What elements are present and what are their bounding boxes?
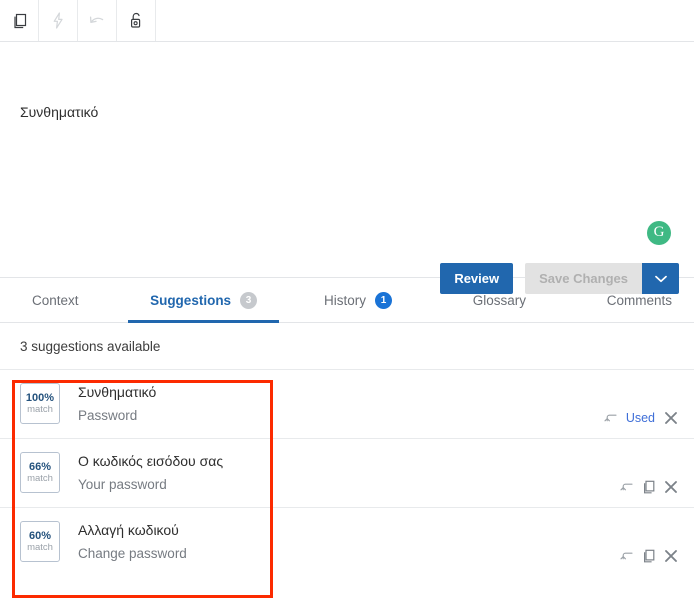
suggestion-texts: Ο κωδικός εισόδου σας Your password [78, 451, 678, 495]
match-label: match [27, 404, 53, 416]
tab-badge-history: 1 [375, 292, 392, 309]
tab-label: Comments [607, 293, 672, 308]
copy-suggestion-icon[interactable] [642, 480, 655, 494]
dismiss-suggestion-icon[interactable] [664, 480, 678, 494]
match-percent: 100% [26, 392, 54, 404]
tab-badge-suggestions: 3 [240, 292, 257, 309]
insert-suggestion-icon[interactable] [620, 551, 633, 562]
used-label[interactable]: Used [626, 411, 655, 425]
dismiss-suggestion-icon[interactable] [664, 549, 678, 563]
undo-icon[interactable] [78, 0, 117, 41]
tab-gap [279, 278, 302, 322]
suggestion-actions: Used [604, 411, 678, 425]
suggestion-target-text: Ο κωδικός εισόδου σας [78, 451, 678, 471]
suggestion-source-text: Password [78, 406, 678, 426]
suggestion-actions [620, 549, 678, 563]
grammarly-letter: G [654, 225, 665, 240]
tab-label: History [324, 293, 366, 308]
match-percent: 60% [29, 530, 51, 542]
insert-suggestion-icon[interactable] [604, 413, 617, 424]
editor-toolbar [0, 0, 694, 42]
suggestion-target-text: Αλλαγή κωδικού [78, 520, 678, 540]
target-segment-text[interactable]: Συνθηματικό [20, 102, 98, 122]
tab-suggestions[interactable]: Suggestions 3 [128, 278, 279, 322]
suggestion-texts: Συνθηματικό Password [78, 382, 678, 426]
suggestion-texts: Αλλαγή κωδικού Change password [78, 520, 678, 564]
tab-label: Suggestions [150, 293, 231, 308]
suggestions-count-label: 3 suggestions available [0, 323, 694, 369]
segment-editor-area: Συνθηματικό G Review Save Changes [0, 42, 694, 277]
tab-comments[interactable]: Comments [585, 278, 694, 322]
tab-gap [101, 278, 129, 322]
tab-history[interactable]: History 1 [302, 278, 414, 322]
suggestions-list: 100% match Συνθηματικό Password Used [0, 369, 694, 577]
match-score-badge: 100% match [20, 383, 60, 424]
match-percent: 66% [29, 461, 51, 473]
toolbar-spacer [156, 0, 694, 41]
suggestion-actions [620, 480, 678, 494]
tab-label: Context [32, 293, 79, 308]
match-label: match [27, 473, 53, 485]
match-score-badge: 66% match [20, 452, 60, 493]
dismiss-suggestion-icon[interactable] [664, 411, 678, 425]
suggestion-row[interactable]: 60% match Αλλαγή κωδικού Change password [0, 508, 694, 577]
tab-label: Glossary [473, 293, 526, 308]
match-label: match [27, 542, 53, 554]
tab-glossary[interactable]: Glossary [451, 278, 548, 322]
suggestion-source-text: Change password [78, 544, 678, 564]
unlock-icon[interactable] [117, 0, 156, 41]
suggestion-row[interactable]: 100% match Συνθηματικό Password Used [0, 370, 694, 439]
tab-context[interactable]: Context [10, 278, 101, 322]
panel-tabs: Context Suggestions 3 History 1 Glossary… [0, 277, 694, 323]
lightning-icon[interactable] [39, 0, 78, 41]
suggestion-source-text: Your password [78, 475, 678, 495]
suggestion-row[interactable]: 66% match Ο κωδικός εισόδου σας Your pas… [0, 439, 694, 508]
copy-source-icon[interactable] [0, 0, 39, 41]
copy-suggestion-icon[interactable] [642, 549, 655, 563]
suggestion-target-text: Συνθηματικό [78, 382, 678, 402]
grammarly-icon[interactable]: G [647, 221, 671, 245]
match-score-badge: 60% match [20, 521, 60, 562]
insert-suggestion-icon[interactable] [620, 482, 633, 493]
